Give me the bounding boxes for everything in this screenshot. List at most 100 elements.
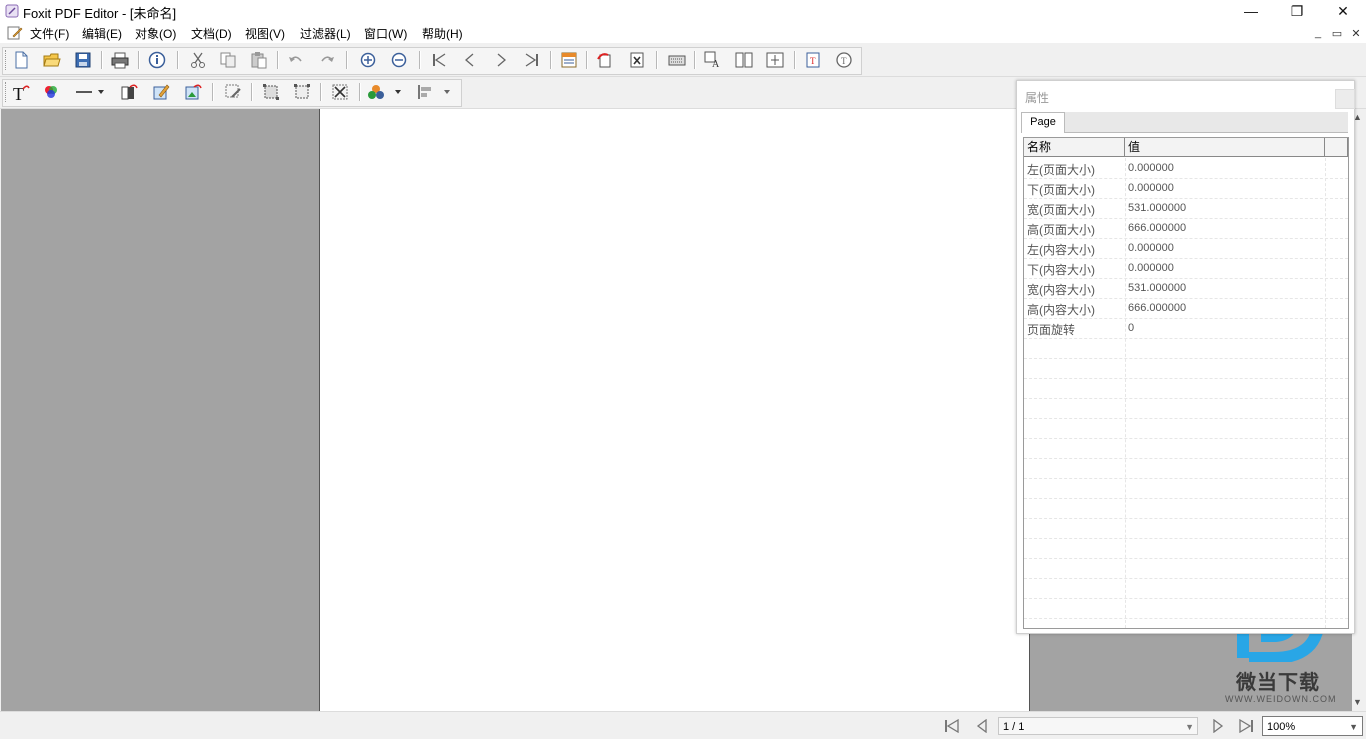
zoom-out-icon	[391, 52, 407, 68]
scissors-icon	[191, 52, 205, 68]
menu-edit[interactable]: 编辑(E)	[82, 25, 122, 42]
select-objects-button[interactable]	[260, 81, 282, 103]
column-header-name[interactable]: 名称	[1024, 138, 1125, 157]
menu-document[interactable]: 文档(D)	[191, 25, 232, 42]
property-value[interactable]: 531.000000	[1128, 282, 1186, 294]
chevron-down-icon[interactable]: ▼	[1349, 717, 1358, 737]
toolbar-grip[interactable]	[5, 50, 8, 70]
shading-button[interactable]	[118, 81, 140, 103]
scroll-down-icon[interactable]: ▼	[1353, 697, 1362, 707]
empty-property-row	[1024, 418, 1348, 439]
tab-page[interactable]: Page	[1021, 112, 1065, 133]
properties-close-button[interactable]	[1335, 89, 1355, 109]
keyboard-button[interactable]	[666, 49, 688, 71]
document-info-button[interactable]	[146, 49, 168, 71]
next-page-button[interactable]	[490, 49, 512, 71]
insert-image-icon	[185, 84, 202, 100]
property-value[interactable]: 0.000000	[1128, 242, 1174, 254]
mdi-close-button[interactable]: ✕	[1348, 26, 1364, 40]
property-row[interactable]: 下(内容大小) 0.000000	[1024, 258, 1348, 279]
shapes-dropdown[interactable]	[366, 81, 408, 103]
typewriter-button[interactable]: T	[833, 49, 855, 71]
merge-text-button[interactable]	[733, 49, 755, 71]
property-row[interactable]: 高(内容大小) 666.000000	[1024, 298, 1348, 319]
delete-object-button[interactable]	[329, 81, 351, 103]
open-button[interactable]	[41, 49, 63, 71]
minimize-button[interactable]: —	[1228, 0, 1274, 22]
toolbar-grip-2[interactable]	[5, 82, 8, 102]
status-first-page-button[interactable]	[942, 717, 962, 735]
paste-button[interactable]	[248, 49, 270, 71]
line-tool-dropdown[interactable]	[74, 81, 104, 103]
previous-page-button[interactable]	[459, 49, 481, 71]
zoom-value: 100%	[1267, 721, 1296, 733]
mdi-restore-button[interactable]: ▭	[1329, 26, 1345, 40]
property-row[interactable]: 左(内容大小) 0.000000	[1024, 238, 1348, 259]
first-page-button[interactable]	[428, 49, 450, 71]
svg-text:A: A	[712, 59, 720, 69]
column-header-value[interactable]: 值	[1125, 138, 1325, 157]
redo-icon	[321, 56, 334, 62]
zoom-in-button[interactable]	[357, 49, 379, 71]
group-objects-button[interactable]	[291, 81, 313, 103]
properties-tab-strip: Page	[1021, 112, 1348, 133]
property-row[interactable]: 下(页面大小) 0.000000	[1024, 178, 1348, 199]
close-button[interactable]: ✕	[1320, 0, 1366, 22]
menu-window[interactable]: 窗口(W)	[364, 25, 407, 42]
text-object-button[interactable]: A	[702, 49, 724, 71]
redo-button[interactable]	[316, 49, 338, 71]
new-document-button[interactable]	[10, 49, 32, 71]
undo-button[interactable]	[285, 49, 307, 71]
property-value[interactable]: 0.000000	[1128, 182, 1174, 194]
menu-file[interactable]: 文件(F)	[30, 25, 69, 42]
page-number-box[interactable]: 1 / 1 ▼	[998, 717, 1198, 735]
page-properties-button[interactable]	[558, 49, 580, 71]
copy-icon	[220, 52, 236, 68]
join-text-button[interactable]	[764, 49, 786, 71]
pdf-page-canvas[interactable]	[319, 109, 1030, 711]
property-value[interactable]: 531.000000	[1128, 202, 1186, 214]
add-text-button[interactable]: T	[802, 49, 824, 71]
add-text-icon: T	[806, 52, 820, 68]
property-row[interactable]: 高(页面大小) 666.000000	[1024, 218, 1348, 239]
text-tool-button[interactable]: T	[10, 81, 32, 103]
property-row[interactable]: 左(页面大小) 0.000000	[1024, 158, 1348, 179]
property-value[interactable]: 666.000000	[1128, 222, 1186, 234]
chevron-down-icon[interactable]: ▼	[1185, 718, 1194, 736]
mdi-minimize-button[interactable]: _	[1310, 26, 1326, 40]
first-page-icon	[433, 53, 446, 67]
status-previous-page-button[interactable]	[972, 717, 992, 735]
cut-button[interactable]	[187, 49, 209, 71]
menu-help[interactable]: 帮助(H)	[422, 25, 463, 42]
delete-page-button[interactable]	[626, 49, 648, 71]
status-last-page-button[interactable]	[1236, 717, 1256, 735]
save-button[interactable]	[72, 49, 94, 71]
align-dropdown[interactable]	[415, 81, 457, 103]
maximize-button[interactable]: ❐	[1274, 0, 1320, 22]
properties-panel-title: 属性	[1025, 91, 1050, 105]
insert-image-button[interactable]	[182, 81, 204, 103]
property-value[interactable]: 0.000000	[1128, 262, 1174, 274]
insert-page-button[interactable]	[594, 49, 616, 71]
copy-button[interactable]	[217, 49, 239, 71]
menu-object[interactable]: 对象(O)	[135, 25, 176, 42]
property-row[interactable]: 宽(页面大小) 531.000000	[1024, 198, 1348, 219]
property-value[interactable]: 0.000000	[1128, 162, 1174, 174]
svg-text:T: T	[810, 56, 816, 66]
menu-view[interactable]: 视图(V)	[245, 25, 285, 42]
property-row[interactable]: 页面旋转 0	[1024, 318, 1348, 339]
property-row[interactable]: 宽(内容大小) 531.000000	[1024, 278, 1348, 299]
zoom-out-button[interactable]	[388, 49, 410, 71]
property-value[interactable]: 0	[1128, 322, 1134, 334]
object-edit-button[interactable]	[222, 81, 244, 103]
color-tool-button[interactable]	[40, 81, 62, 103]
menu-filter[interactable]: 过滤器(L)	[300, 25, 351, 42]
main-toolbar: A T T	[0, 45, 1366, 77]
edit-image-button[interactable]	[150, 81, 172, 103]
print-button[interactable]	[109, 49, 131, 71]
last-page-button[interactable]	[521, 49, 543, 71]
next-page-icon	[497, 53, 506, 67]
zoom-select[interactable]: 100% ▼	[1262, 716, 1363, 736]
property-value[interactable]: 666.000000	[1128, 302, 1186, 314]
status-next-page-button[interactable]	[1208, 717, 1228, 735]
